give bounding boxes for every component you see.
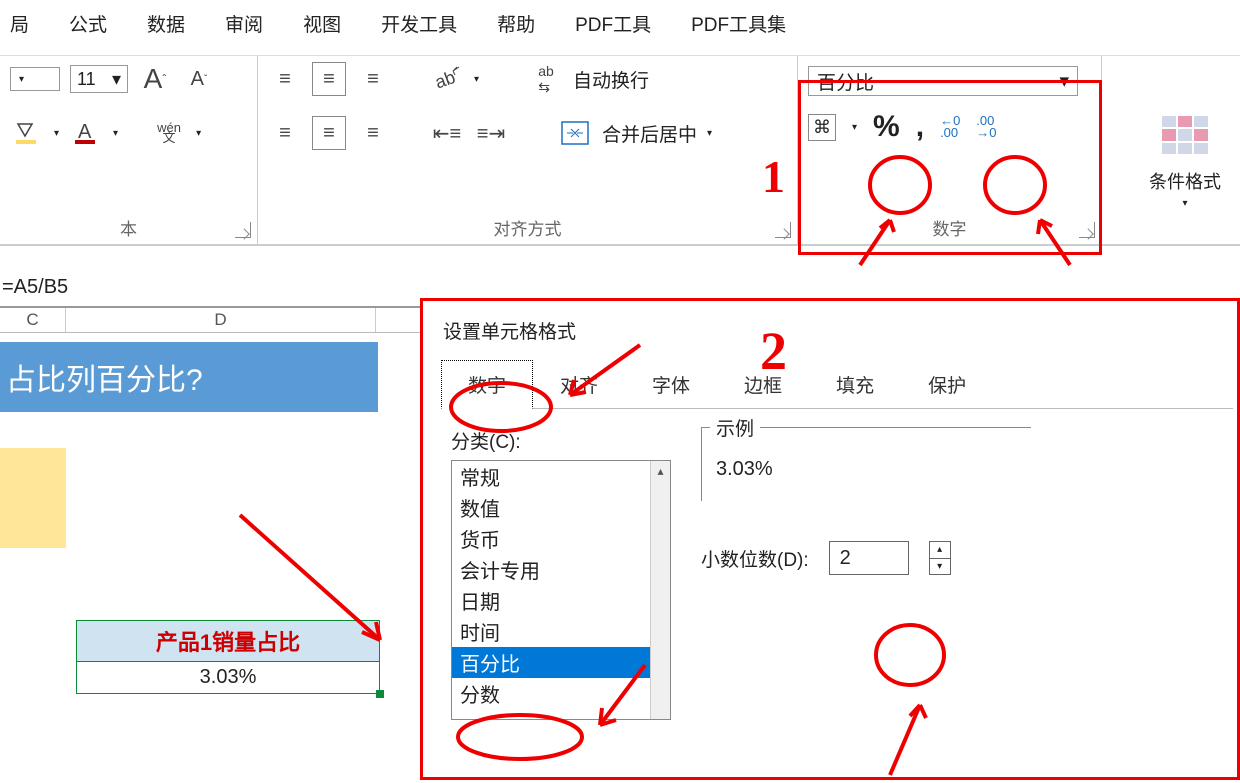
align-right-icon[interactable]: ≡ — [356, 116, 390, 150]
fill-color-icon[interactable] — [10, 116, 44, 150]
align-bottom-icon[interactable]: ≡ — [356, 62, 390, 96]
chevron-down-icon: ▾ — [1130, 198, 1240, 209]
spinner-down-icon[interactable]: ▾ — [930, 559, 950, 575]
sample-box: 示例 3.03% — [701, 427, 1031, 501]
tab-formulas[interactable]: 公式 — [69, 10, 107, 37]
align-top-icon[interactable]: ≡ — [268, 62, 302, 96]
dialog-title: 设置单元格格式 — [441, 311, 1233, 360]
alignment-group-launcher[interactable] — [775, 222, 791, 238]
orientation-icon[interactable]: ab — [430, 62, 464, 96]
align-left-icon[interactable]: ≡ — [268, 116, 302, 150]
decimals-value: 2 — [840, 547, 851, 570]
chevron-down-icon: ▾ — [1059, 70, 1069, 93]
percent-style-icon[interactable]: % — [873, 110, 900, 144]
category-item-date[interactable]: 日期 — [452, 585, 670, 616]
dialog-tab-alignment[interactable]: 对齐 — [533, 360, 625, 409]
highlighted-cells[interactable] — [0, 448, 66, 548]
wrap-text-icon[interactable]: ab⇆ — [529, 62, 563, 96]
category-label: 分类(C): — [451, 427, 671, 454]
decrease-indent-icon[interactable]: ⇤≡ — [430, 116, 464, 150]
decrease-font-icon[interactable]: Aˇ — [182, 62, 216, 96]
number-group-label: 数字 — [808, 211, 1091, 242]
tab-developer[interactable]: 开发工具 — [381, 10, 457, 37]
ribbon-group-alignment: ≡ ≡ ≡ ab ▾ ab⇆ 自动换行 ≡ ≡ ≡ ⇤≡ ≡⇥ — [258, 56, 798, 244]
category-item-number[interactable]: 数值 — [452, 492, 670, 523]
conditional-formatting-icon — [1162, 116, 1208, 154]
category-item-fraction[interactable]: 分数 — [452, 678, 670, 709]
dialog-tab-fill[interactable]: 填充 — [809, 360, 901, 409]
dialog-tab-border[interactable]: 边框 — [717, 360, 809, 409]
title-cell-text: 占比列百分比? — [6, 355, 203, 399]
phonetic-guide-icon[interactable]: wén文 — [152, 116, 186, 150]
ribbon-group-font: ▾ 11 ▾ Aˆ Aˇ ▾ A ▾ wén文 ▾ — [0, 56, 258, 244]
font-group-label: 本 — [10, 211, 247, 242]
increase-indent-icon[interactable]: ≡⇥ — [474, 116, 508, 150]
increase-font-icon[interactable]: Aˆ — [138, 62, 172, 96]
ribbon: ▾ 11 ▾ Aˆ Aˇ ▾ A ▾ wén文 ▾ — [0, 56, 1240, 246]
align-center-icon[interactable]: ≡ — [312, 116, 346, 150]
ribbon-group-number: 百分比 ▾ ⌘ ▾ % , ←0 .00 .00 →0 数字 — [798, 56, 1102, 244]
tab-view[interactable]: 视图 — [303, 10, 341, 37]
conditional-formatting-button[interactable]: 条件格式 ▾ — [1130, 116, 1240, 209]
number-format-dropdown[interactable]: 百分比 ▾ — [808, 66, 1078, 96]
result-value-cell[interactable]: 3.03% — [77, 662, 379, 693]
format-cells-dialog: 设置单元格格式 数字 对齐 字体 边框 填充 保护 分类(C): 常规 数值 货… — [441, 311, 1233, 777]
merge-center-label[interactable]: 合并后居中 — [602, 120, 697, 147]
result-header-cell[interactable]: 产品1销量占比 — [77, 621, 379, 662]
category-listbox[interactable]: 常规 数值 货币 会计专用 日期 时间 百分比 分数 ▴ — [451, 460, 671, 720]
chevron-down-icon: ▾ — [112, 69, 121, 90]
col-header-c[interactable]: C — [0, 308, 66, 332]
decimals-spinner[interactable]: ▴ ▾ — [929, 541, 951, 575]
decrease-decimal-icon[interactable]: .00 →0 — [976, 115, 996, 139]
category-scrollbar[interactable]: ▴ — [650, 461, 670, 719]
formula-bar-value: =A5/B5 — [2, 276, 68, 299]
category-item-currency[interactable]: 货币 — [452, 523, 670, 554]
dialog-tab-font[interactable]: 字体 — [625, 360, 717, 409]
decimals-input[interactable]: 2 — [829, 541, 909, 575]
category-item-percentage[interactable]: 百分比 — [452, 647, 670, 678]
font-group-launcher[interactable] — [235, 222, 251, 238]
format-cells-dialog-highlight: 设置单元格格式 数字 对齐 字体 边框 填充 保护 分类(C): 常规 数值 货… — [420, 298, 1240, 780]
accounting-format-icon[interactable]: ⌘ — [808, 114, 836, 141]
category-item-general[interactable]: 常规 — [452, 461, 670, 492]
number-group-launcher[interactable] — [1079, 222, 1095, 238]
alignment-group-label: 对齐方式 — [268, 211, 787, 242]
tab-pdftoolset[interactable]: PDF工具集 — [691, 10, 786, 37]
dialog-tabs: 数字 对齐 字体 边框 填充 保护 — [441, 360, 1233, 409]
conditional-formatting-label: 条件格式 — [1130, 168, 1240, 194]
tab-review[interactable]: 审阅 — [225, 10, 263, 37]
tab-pdftool[interactable]: PDF工具 — [575, 10, 651, 37]
scroll-up-icon[interactable]: ▴ — [651, 461, 670, 481]
sample-label: 示例 — [710, 414, 760, 441]
ribbon-tab-bar: 局 公式 数据 审阅 视图 开发工具 帮助 PDF工具 PDF工具集 — [0, 0, 1240, 56]
tab-help[interactable]: 帮助 — [497, 10, 535, 37]
decimals-label: 小数位数(D): — [701, 545, 809, 572]
merge-center-icon[interactable] — [558, 116, 592, 150]
tab-layout[interactable]: 局 — [10, 10, 29, 37]
category-item-accounting[interactable]: 会计专用 — [452, 554, 670, 585]
col-header-d[interactable]: D — [66, 308, 376, 332]
align-middle-icon[interactable]: ≡ — [312, 62, 346, 96]
number-format-selected: 百分比 — [817, 68, 874, 95]
font-color-icon[interactable]: A — [69, 116, 103, 150]
dialog-tab-number[interactable]: 数字 — [441, 360, 533, 409]
result-table: 产品1销量占比 3.03% — [76, 620, 380, 694]
spinner-up-icon[interactable]: ▴ — [930, 542, 950, 559]
font-size-value: 11 — [77, 69, 96, 90]
selection-fill-handle[interactable] — [376, 690, 384, 698]
increase-decimal-icon[interactable]: ←0 .00 — [940, 115, 960, 139]
dialog-tab-protection[interactable]: 保护 — [901, 360, 993, 409]
title-cell[interactable]: 占比列百分比? — [0, 342, 378, 412]
wrap-text-label[interactable]: 自动换行 — [573, 66, 649, 93]
tab-data[interactable]: 数据 — [147, 10, 185, 37]
comma-style-icon[interactable]: , — [916, 110, 924, 144]
category-item-time[interactable]: 时间 — [452, 616, 670, 647]
font-size-dropdown[interactable]: 11 ▾ — [70, 65, 128, 93]
svg-text:A: A — [78, 121, 92, 143]
font-family-dropdown[interactable]: ▾ — [10, 67, 60, 91]
